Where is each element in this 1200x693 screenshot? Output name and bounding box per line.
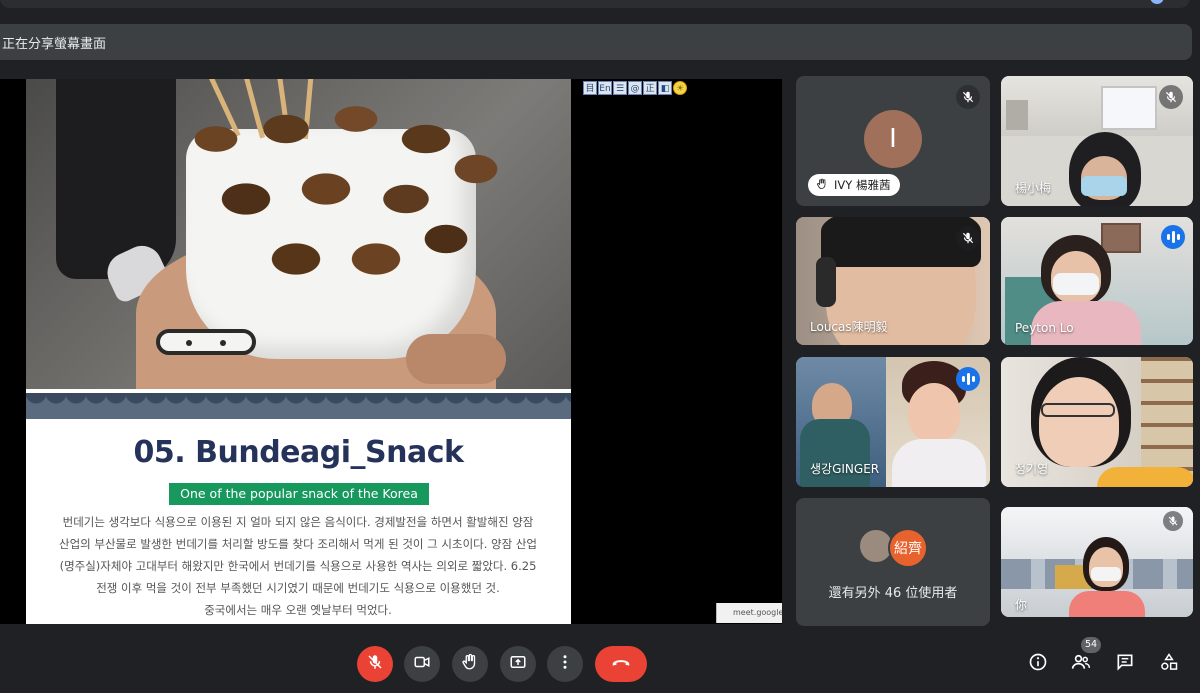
slide-body-line: 중국에서는 매우 오랜 옛날부터 먹었다. — [204, 603, 392, 617]
slide-tag: One of the popular snack of the Korea — [169, 483, 429, 505]
slide-body-line: (명주실)자체야 고대부터 해왔지만 한국에서 번데기를 식용으로 사용한 역사… — [59, 559, 537, 573]
muted-icon — [1159, 85, 1183, 109]
slide: 05. Bundeagi_Snack One of the popular sn… — [26, 79, 571, 624]
ime-at-icon[interactable]: @ — [628, 81, 642, 95]
more-options-button[interactable] — [547, 646, 583, 682]
screen-share-banner-text: 正在分享螢幕畫面 — [2, 36, 107, 52]
more-vert-icon — [556, 653, 574, 675]
people-icon — [1070, 652, 1092, 676]
participant-name: 생강GINGER — [810, 462, 880, 476]
slide-body-line: 산업의 부산물로 발생한 번데기를 처리할 방도를 찾다 조리해서 먹게 된 것… — [58, 537, 538, 551]
ime-panel-icon[interactable]: ◧ — [658, 81, 672, 95]
slide-body-line: 번데기는 생각보다 식용으로 이용된 지 얼마 되지 않은 음식이다. 경제발전… — [62, 515, 534, 529]
hang-up-icon — [610, 651, 632, 677]
participant-name: 你 — [1015, 598, 1028, 612]
other-participants-tile[interactable]: 紹齊 還有另外 46 位使用者 — [796, 498, 990, 626]
slide-title: 05. Bundeagi_Snack — [133, 435, 464, 470]
url-hint[interactable]: meet.google.c — [716, 603, 782, 623]
leave-call-button[interactable] — [595, 646, 647, 682]
photo-thumb — [406, 334, 506, 384]
other-participants-count: 還有另外 46 位使用者 — [828, 586, 958, 601]
activities-button[interactable] — [1155, 650, 1183, 678]
participant-tile-jeong-giyeong[interactable]: 정기영 — [1001, 357, 1193, 487]
participant-tile-ivy[interactable]: I IVY 楊雅茜 — [796, 76, 990, 206]
ime-lang-icon[interactable]: En — [598, 81, 612, 95]
raised-hand-icon — [816, 178, 828, 193]
self-tile[interactable]: 你 — [1001, 507, 1193, 617]
activities-shapes-icon — [1159, 652, 1179, 676]
shared-screen[interactable]: 05. Bundeagi_Snack One of the popular sn… — [0, 79, 782, 624]
speaking-indicator-icon — [1161, 225, 1185, 249]
slide-body-line: 전쟁 이후 먹을 것이 전부 부족했던 시기였기 때문에 번데기도 식용으로 이… — [96, 581, 500, 595]
mic-off-icon — [366, 653, 384, 675]
participants-button[interactable] — [1067, 650, 1095, 678]
chat-button[interactable] — [1111, 650, 1139, 678]
participant-tile-peyton-lo[interactable]: Peyton Lo — [1001, 217, 1193, 345]
avatar: I — [864, 110, 922, 168]
muted-icon — [956, 226, 980, 250]
speaking-indicator-icon — [956, 367, 980, 391]
ime-icon[interactable]: 目 — [583, 81, 597, 95]
muted-icon — [1163, 511, 1183, 531]
ime-menu-icon[interactable]: ☰ — [613, 81, 627, 95]
participant-count-badge: 54 — [1081, 637, 1102, 653]
screen-share-banner: 正在分享螢幕畫面 — [0, 24, 1192, 60]
participant-tile-loucas[interactable]: Loucas陳明毅 — [796, 217, 990, 345]
present-screen-icon — [509, 653, 527, 675]
info-icon — [1028, 652, 1048, 676]
photo-leg — [56, 79, 176, 279]
avatar: 紹齊 — [888, 528, 928, 568]
camera-button[interactable] — [404, 646, 440, 682]
photo-silkworm-pupae — [176, 89, 506, 309]
participant-name: 楊小梅 — [1015, 181, 1052, 195]
ime-toolbar[interactable]: 目 En ☰ @ 正 ◧ ☀ — [583, 81, 687, 95]
participant-name: Loucas陳明毅 — [810, 320, 888, 334]
raise-hand-button[interactable] — [452, 646, 488, 682]
microphone-button[interactable] — [357, 646, 393, 682]
chat-icon — [1115, 652, 1135, 676]
top-strip — [0, 0, 1200, 20]
participant-name: IVY 楊雅茜 — [834, 178, 891, 192]
meeting-details-button[interactable] — [1024, 650, 1052, 678]
participant-tile-ginger[interactable]: 생강GINGER — [796, 357, 990, 487]
video-camera-icon — [413, 653, 431, 675]
slide-divider — [26, 393, 571, 419]
slide-photo — [26, 79, 571, 389]
participant-name: Peyton Lo — [1015, 321, 1074, 335]
participant-name-pill: IVY 楊雅茜 — [808, 174, 901, 196]
slide-body: 번데기는 생각보다 식용으로 이용된 지 얼마 되지 않은 음식이다. 경제발전… — [48, 511, 548, 621]
other-participants-avatars: 紹齊 — [858, 528, 938, 568]
top-bar — [0, 0, 1190, 8]
ime-mode-icon[interactable]: 正 — [643, 81, 657, 95]
raise-hand-icon — [461, 653, 479, 675]
present-screen-button[interactable] — [500, 646, 536, 682]
muted-icon — [956, 85, 980, 109]
participant-name: 정기영 — [1015, 462, 1049, 476]
participant-tile-yang-xiaomei[interactable]: 楊小梅 — [1001, 76, 1193, 206]
ime-settings-icon[interactable]: ☀ — [673, 81, 687, 95]
photo-cup-face — [156, 329, 256, 355]
